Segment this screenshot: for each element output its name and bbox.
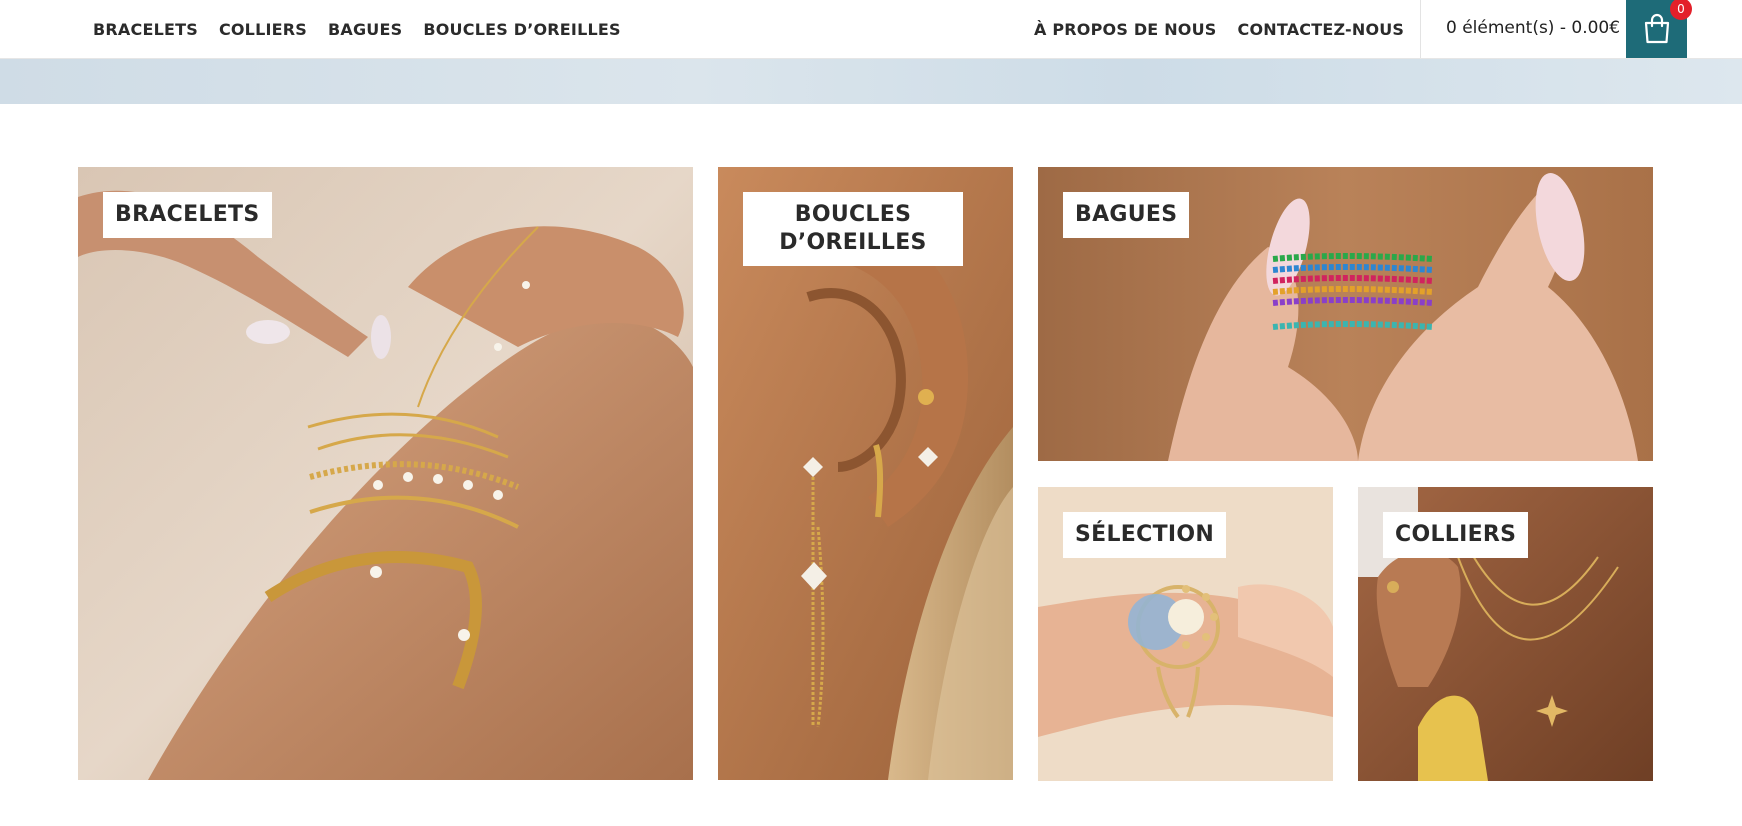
header-divider	[1420, 0, 1421, 58]
shopping-bag-icon	[1644, 13, 1669, 44]
bracelets-label: BRACELETS	[103, 192, 272, 238]
selection-label: SÉLECTION	[1063, 512, 1227, 558]
nav-bagues[interactable]: BAGUES	[328, 20, 402, 39]
nav-contact[interactable]: CONTACTEZ-NOUS	[1238, 20, 1405, 39]
secondary-nav: À PROPOS DE NOUS CONTACTEZ-NOUS	[1034, 0, 1425, 58]
nav-boucles-oreilles[interactable]: BOUCLES D’OREILLES	[423, 20, 620, 39]
category-tile-boucles-oreilles[interactable]: BOUCLES D’OREILLES	[718, 167, 1013, 780]
bracelets-photo	[78, 167, 693, 780]
nav-about-us[interactable]: À PROPOS DE NOUS	[1034, 20, 1217, 39]
category-tile-bracelets[interactable]: BRACELETS	[78, 167, 693, 780]
colliers-label: COLLIERS	[1383, 512, 1529, 558]
nav-bracelets[interactable]: BRACELETS	[93, 20, 198, 39]
boucles-oreilles-label-line2: D’OREILLES	[779, 230, 927, 255]
boucles-oreilles-label: BOUCLES D’OREILLES	[743, 192, 963, 266]
category-tile-bagues[interactable]: BAGUES	[1038, 167, 1653, 461]
bagues-label: BAGUES	[1063, 192, 1190, 238]
cart-summary[interactable]: 0 élément(s) - 0.00€	[1446, 0, 1620, 58]
cart-count-badge: 0	[1670, 0, 1692, 20]
main-nav: BRACELETS COLLIERS BAGUES BOUCLES D’OREI…	[93, 0, 642, 58]
hero-banner-strip	[0, 59, 1742, 104]
boucles-oreilles-label-line1: BOUCLES	[794, 202, 912, 227]
category-tile-selection[interactable]: SÉLECTION	[1038, 487, 1333, 781]
site-header: BRACELETS COLLIERS BAGUES BOUCLES D’OREI…	[0, 0, 1742, 59]
nav-colliers[interactable]: COLLIERS	[219, 20, 307, 39]
category-tile-colliers[interactable]: COLLIERS	[1358, 487, 1653, 781]
